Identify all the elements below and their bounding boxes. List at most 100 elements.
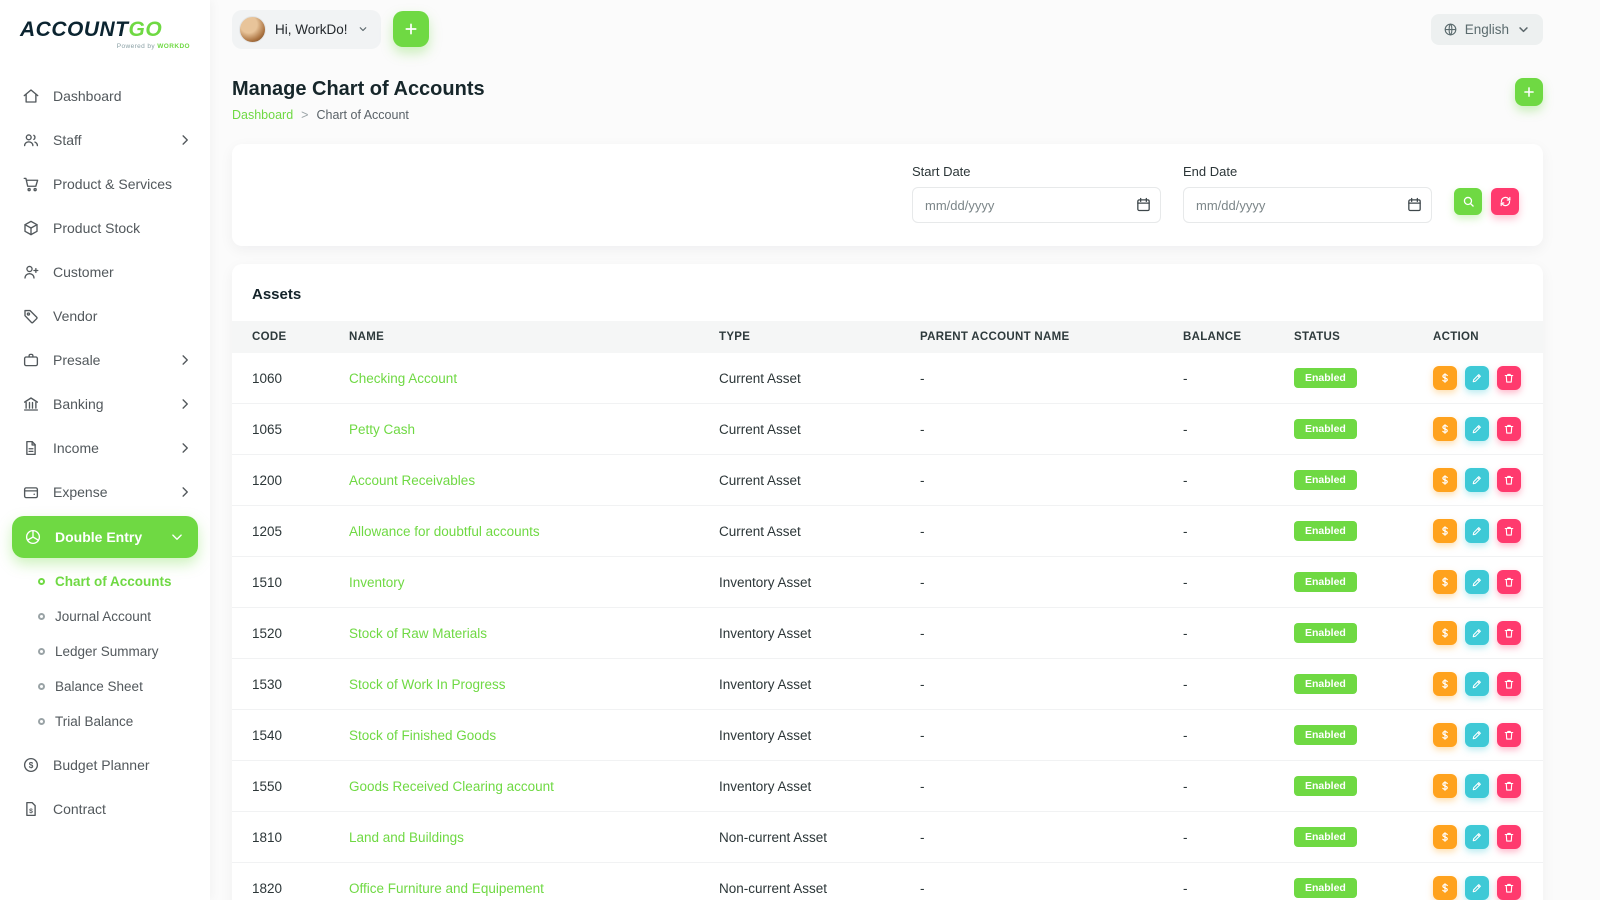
sidebar-item-product-services[interactable]: Product & Services bbox=[0, 162, 210, 206]
chevron-right-icon bbox=[176, 351, 194, 369]
account-name-link[interactable]: Allowance for doubtful accounts bbox=[349, 524, 540, 539]
delete-button[interactable] bbox=[1497, 621, 1521, 645]
transactions-button[interactable] bbox=[1433, 723, 1457, 747]
avatar bbox=[239, 16, 266, 43]
transactions-button[interactable] bbox=[1433, 825, 1457, 849]
brand-logo[interactable]: ACCOUNTGO Powered by WORKDO bbox=[0, 0, 210, 64]
delete-icon bbox=[1503, 831, 1515, 843]
delete-icon bbox=[1503, 780, 1515, 792]
sidebar-subitem-label: Trial Balance bbox=[55, 714, 133, 729]
delete-button[interactable] bbox=[1497, 723, 1521, 747]
sidebar-item-staff[interactable]: Staff bbox=[0, 118, 210, 162]
transactions-icon bbox=[1439, 882, 1451, 894]
sidebar-item-vendor[interactable]: Vendor bbox=[0, 294, 210, 338]
account-parent: - bbox=[912, 353, 1175, 404]
status-badge: Enabled bbox=[1294, 368, 1357, 388]
edit-button[interactable] bbox=[1465, 876, 1489, 900]
reset-button[interactable] bbox=[1491, 188, 1519, 215]
user-menu[interactable]: Hi, WorkDo! bbox=[232, 10, 381, 49]
delete-button[interactable] bbox=[1497, 417, 1521, 441]
transactions-button[interactable] bbox=[1433, 621, 1457, 645]
edit-icon bbox=[1471, 678, 1483, 690]
sidebar-item-income[interactable]: Income bbox=[0, 426, 210, 470]
edit-button[interactable] bbox=[1465, 570, 1489, 594]
status-badge: Enabled bbox=[1294, 776, 1357, 796]
delete-button[interactable] bbox=[1497, 672, 1521, 696]
transactions-button[interactable] bbox=[1433, 876, 1457, 900]
breadcrumb-dashboard-link[interactable]: Dashboard bbox=[232, 108, 293, 122]
transactions-button[interactable] bbox=[1433, 570, 1457, 594]
delete-button[interactable] bbox=[1497, 876, 1521, 900]
table-row: 1820Office Furniture and EquipementNon-c… bbox=[232, 863, 1543, 900]
start-date-input[interactable] bbox=[912, 187, 1161, 223]
account-name-link[interactable]: Goods Received Clearing account bbox=[349, 779, 554, 794]
sidebar-item-presale[interactable]: Presale bbox=[0, 338, 210, 382]
topbar: Hi, WorkDo! English bbox=[232, 0, 1543, 58]
delete-button[interactable] bbox=[1497, 825, 1521, 849]
edit-button[interactable] bbox=[1465, 825, 1489, 849]
delete-button[interactable] bbox=[1497, 519, 1521, 543]
sidebar-subitem-ledger-summary[interactable]: Ledger Summary bbox=[0, 634, 210, 669]
delete-button[interactable] bbox=[1497, 468, 1521, 492]
sidebar-item-budget-planner[interactable]: $Budget Planner bbox=[0, 743, 210, 787]
edit-button[interactable] bbox=[1465, 468, 1489, 492]
edit-icon bbox=[1471, 729, 1483, 741]
table-row: 1065Petty CashCurrent Asset--Enabled bbox=[232, 404, 1543, 455]
account-name-link[interactable]: Land and Buildings bbox=[349, 830, 464, 845]
delete-button[interactable] bbox=[1497, 366, 1521, 390]
account-name-link[interactable]: Stock of Finished Goods bbox=[349, 728, 496, 743]
edit-button[interactable] bbox=[1465, 774, 1489, 798]
edit-button[interactable] bbox=[1465, 723, 1489, 747]
end-date-input[interactable] bbox=[1183, 187, 1432, 223]
account-parent: - bbox=[912, 455, 1175, 506]
column-header-name: NAME bbox=[341, 321, 711, 353]
sidebar-item-customer[interactable]: Customer bbox=[0, 250, 210, 294]
sidebar-item-double-entry[interactable]: Double Entry bbox=[12, 516, 198, 558]
sidebar-item-banking[interactable]: Banking bbox=[0, 382, 210, 426]
delete-button[interactable] bbox=[1497, 774, 1521, 798]
delete-button[interactable] bbox=[1497, 570, 1521, 594]
edit-button[interactable] bbox=[1465, 417, 1489, 441]
sidebar-subitem-trial-balance[interactable]: Trial Balance bbox=[0, 704, 210, 739]
edit-button[interactable] bbox=[1465, 672, 1489, 696]
account-name-link[interactable]: Inventory bbox=[349, 575, 405, 590]
sidebar-item-expense[interactable]: Expense bbox=[0, 470, 210, 514]
language-selector[interactable]: English bbox=[1431, 14, 1543, 45]
account-name-link[interactable]: Account Receivables bbox=[349, 473, 475, 488]
edit-button[interactable] bbox=[1465, 366, 1489, 390]
account-name-link[interactable]: Stock of Raw Materials bbox=[349, 626, 487, 641]
transactions-button[interactable] bbox=[1433, 417, 1457, 441]
create-account-button[interactable] bbox=[1515, 78, 1543, 106]
accounts-card: Assets CODENAMETYPEPARENT ACCOUNT NAMEBA… bbox=[232, 264, 1543, 900]
account-name-link[interactable]: Office Furniture and Equipement bbox=[349, 881, 544, 896]
transactions-icon bbox=[1439, 423, 1451, 435]
sidebar-subitem-balance-sheet[interactable]: Balance Sheet bbox=[0, 669, 210, 704]
account-name-link[interactable]: Petty Cash bbox=[349, 422, 415, 437]
page-header: Manage Chart of Accounts Dashboard > Cha… bbox=[232, 78, 1543, 122]
sidebar-subitem-chart-of-accounts[interactable]: Chart of Accounts bbox=[0, 564, 210, 599]
account-balance: - bbox=[1175, 863, 1286, 900]
transactions-button[interactable] bbox=[1433, 519, 1457, 543]
sidebar-item-product-stock[interactable]: Product Stock bbox=[0, 206, 210, 250]
calendar-icon[interactable] bbox=[1406, 196, 1423, 213]
section-title: Assets bbox=[232, 286, 1543, 321]
sidebar-subitem-journal-account[interactable]: Journal Account bbox=[0, 599, 210, 634]
transactions-button[interactable] bbox=[1433, 672, 1457, 696]
chevron-right-icon bbox=[176, 439, 194, 457]
search-button[interactable] bbox=[1454, 188, 1482, 215]
edit-button[interactable] bbox=[1465, 519, 1489, 543]
transactions-button[interactable] bbox=[1433, 366, 1457, 390]
end-date-label: End Date bbox=[1183, 164, 1432, 179]
sidebar-item-contract[interactable]: $Contract bbox=[0, 787, 210, 831]
account-name-link[interactable]: Checking Account bbox=[349, 371, 457, 386]
transactions-button[interactable] bbox=[1433, 468, 1457, 492]
table-row: 1200Account ReceivablesCurrent Asset--En… bbox=[232, 455, 1543, 506]
column-header-balance: BALANCE bbox=[1175, 321, 1286, 353]
edit-button[interactable] bbox=[1465, 621, 1489, 645]
calendar-icon[interactable] bbox=[1135, 196, 1152, 213]
sidebar-item-dashboard[interactable]: Dashboard bbox=[0, 74, 210, 118]
edit-icon bbox=[1471, 423, 1483, 435]
account-name-link[interactable]: Stock of Work In Progress bbox=[349, 677, 506, 692]
transactions-button[interactable] bbox=[1433, 774, 1457, 798]
quick-add-button[interactable] bbox=[393, 11, 429, 47]
